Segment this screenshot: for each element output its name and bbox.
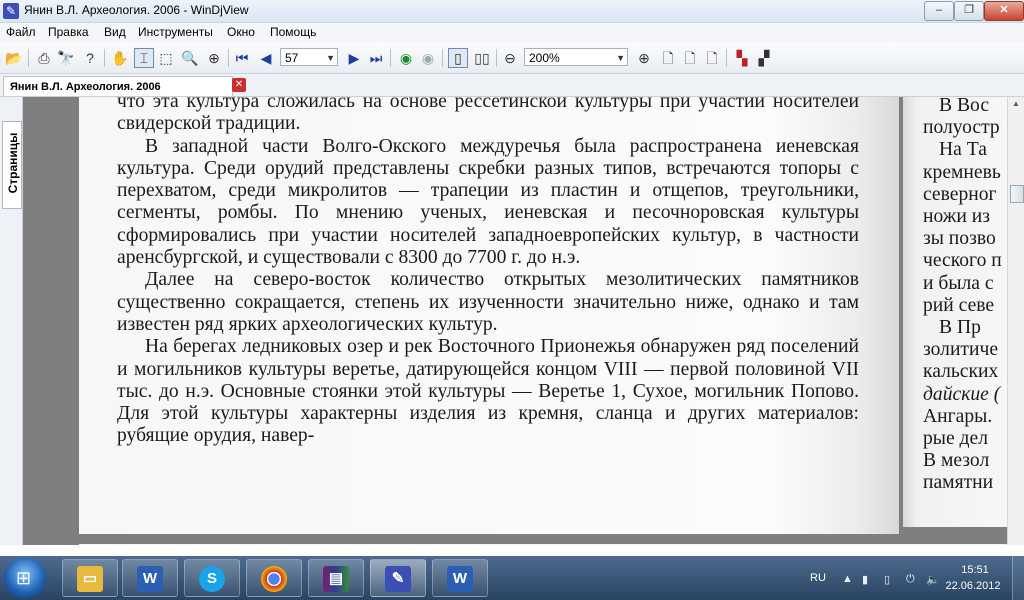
menu-tools[interactable]: Инструменты	[138, 25, 213, 39]
open-folder-icon[interactable]: 📂	[4, 48, 24, 68]
toolbar: 📂 ⎙ 🔭 ? ✋ ⌶ ⬚ 🔍 ⊕ ⏮ ◀ 57 ▼ ▶ ⏭ ◉ ◉ ▯ ▯▯ …	[0, 43, 1024, 74]
word-icon: W	[447, 566, 473, 592]
toolbar-separator	[28, 49, 29, 67]
select-text-icon[interactable]: ⌶	[134, 48, 154, 68]
display-mode-color-icon[interactable]: ▚	[732, 48, 752, 68]
menu-bar: Файл Правка Вид Инструменты Окно Помощь	[0, 23, 1024, 43]
page-text[interactable]: что эта культура сложилась на основе рес…	[117, 97, 859, 448]
chevron-down-icon: ▼	[616, 53, 625, 63]
zoom-in-icon[interactable]: ⊕	[634, 48, 654, 68]
taskbar-chrome[interactable]	[246, 559, 302, 597]
zoom-select[interactable]: 200% ▼	[524, 48, 628, 66]
network-icon[interactable]: ▮	[862, 573, 868, 586]
minimize-button[interactable]: –	[924, 1, 954, 21]
document-viewer[interactable]: что эта культура сложилась на основе рес…	[23, 97, 1024, 545]
zoom-rect-icon[interactable]: ⊕	[204, 48, 224, 68]
windjview-app-icon[interactable]: ✎	[3, 3, 19, 19]
display-mode-bw-icon[interactable]: ▞	[754, 48, 774, 68]
facing-pages-icon[interactable]: ▯▯	[472, 48, 492, 68]
chrome-icon	[261, 566, 287, 592]
volume-icon[interactable]: 🔈	[926, 573, 940, 586]
toolbar-separator	[390, 49, 391, 67]
paragraph: На берегах ледниковых озер и рек Восточн…	[117, 336, 859, 447]
fit-width-icon[interactable]: 🗋	[680, 48, 700, 68]
next-page-icon[interactable]: ▶	[344, 48, 364, 68]
windows-logo-icon: ⊞	[16, 568, 32, 588]
toolbar-separator	[104, 49, 105, 67]
fit-page-icon[interactable]: 🗋	[658, 48, 678, 68]
actual-size-icon[interactable]: 🗋	[702, 48, 722, 68]
taskbar-skype[interactable]: S	[184, 559, 240, 597]
document-page-below[interactable]	[79, 544, 1024, 545]
clock-date[interactable]: 22.06.2012	[942, 580, 1004, 592]
toolbar-separator	[496, 49, 497, 67]
windjview-icon: ✎	[385, 566, 411, 592]
zoom-value: 200%	[529, 51, 560, 65]
toolbar-separator	[228, 49, 229, 67]
power-icon[interactable]: ⏻	[906, 573, 915, 586]
first-page-icon[interactable]: ⏮	[232, 48, 252, 68]
taskbar-explorer[interactable]: ▭	[62, 559, 118, 597]
page-number-select[interactable]: 57 ▼	[280, 48, 338, 66]
toolbar-separator	[726, 49, 727, 67]
skype-icon: S	[199, 566, 225, 592]
title-bar[interactable]: ✎ Янин В.Л. Археология. 2006 - WinDjView…	[0, 0, 1024, 23]
word-icon: W	[137, 566, 163, 592]
window-title: Янин В.Л. Археология. 2006 - WinDjView	[24, 3, 249, 17]
show-desktop-button[interactable]	[1012, 556, 1024, 600]
menu-edit[interactable]: Правка	[48, 25, 89, 39]
page-number-value: 57	[285, 51, 299, 65]
close-button[interactable]: ✕	[984, 1, 1024, 21]
toolbar-separator	[442, 49, 443, 67]
chevron-down-icon: ▼	[326, 53, 335, 63]
document-tab[interactable]: Янин В.Л. Археология. 2006	[3, 76, 233, 96]
zoom-out-icon[interactable]: ⊖	[500, 48, 520, 68]
vertical-scrollbar[interactable]: ▲	[1007, 97, 1024, 545]
prev-page-icon[interactable]: ◀	[256, 48, 276, 68]
pages-panel-tab[interactable]: Страницы	[2, 121, 22, 209]
scroll-up-icon[interactable]: ▲	[1012, 99, 1020, 108]
taskbar-winrar[interactable]: ▤	[308, 559, 364, 597]
help-icon[interactable]: ?	[80, 48, 100, 68]
pages-panel-tab-label: Страницы	[6, 132, 20, 194]
folder-icon: ▭	[77, 566, 103, 592]
taskbar-word-2[interactable]: W	[432, 559, 488, 597]
menu-file[interactable]: Файл	[6, 25, 36, 39]
document-page-next[interactable]: В Вос полуостр На Та кремневь северног ножи и…	[903, 97, 1024, 527]
document-page[interactable]: что эта культура сложилась на основе рес…	[79, 97, 899, 534]
paragraph: Далее на северо-восток количество открыт…	[117, 269, 859, 335]
tray-overflow-icon[interactable]: ▲	[842, 573, 853, 585]
restore-button[interactable]: ❐	[954, 1, 984, 21]
forward-icon[interactable]: ◉	[418, 48, 438, 68]
taskbar: ⊞ ▭ W S ▤ ✎ W RU ▲ ▮ ▯ ⏻ 🔈 15:51 22.06.2…	[0, 556, 1024, 600]
paragraph: В западной части Волго-Окского междуречь…	[117, 135, 859, 269]
zoom-icon[interactable]: 🔍	[180, 48, 200, 68]
close-tab-icon[interactable]: ✕	[232, 78, 246, 92]
last-page-icon[interactable]: ⏭	[366, 48, 386, 68]
menu-window[interactable]: Окно	[227, 25, 255, 39]
back-icon[interactable]: ◉	[396, 48, 416, 68]
language-indicator[interactable]: RU	[810, 572, 826, 584]
single-page-icon[interactable]: ▯	[448, 48, 468, 68]
clock-time[interactable]: 15:51	[950, 564, 1000, 576]
print-icon[interactable]: ⎙	[34, 48, 54, 68]
start-button[interactable]: ⊞	[4, 558, 46, 598]
menu-help[interactable]: Помощь	[270, 25, 316, 39]
sidebar: Страницы	[0, 97, 23, 545]
battery-icon[interactable]: ▯	[884, 573, 890, 586]
taskbar-windjview[interactable]: ✎	[370, 559, 426, 597]
hand-tool-icon[interactable]: ✋	[110, 48, 130, 68]
find-icon[interactable]: 🔭	[56, 48, 76, 68]
menu-view[interactable]: Вид	[104, 25, 126, 39]
winrar-icon: ▤	[323, 566, 349, 592]
paragraph: что эта культура сложилась на основе рес…	[117, 97, 859, 135]
taskbar-word-1[interactable]: W	[122, 559, 178, 597]
scrollbar-thumb[interactable]	[1010, 185, 1024, 203]
document-tab-strip: Янин В.Л. Археология. 2006 ✕	[0, 74, 1024, 97]
select-rect-icon[interactable]: ⬚	[156, 48, 176, 68]
